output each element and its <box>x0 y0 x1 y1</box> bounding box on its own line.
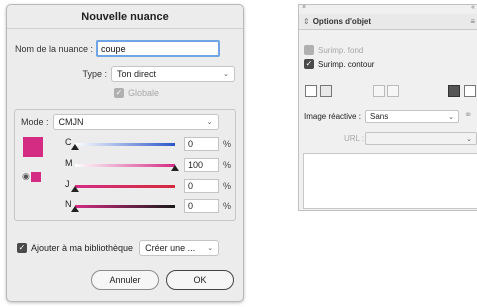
object-options-panel: × « ⇕ Options d'objet ≡ Surimp. fond ✓ S… <box>298 4 477 211</box>
magenta-percent-label: % <box>223 160 232 170</box>
chevron-down-icon: ⌄ <box>448 113 454 121</box>
cyan-slider-track <box>75 143 175 146</box>
surimp-contour-row: ✓ Surimp. contour <box>304 59 374 69</box>
link-icon[interactable]: ⚭ <box>464 110 472 121</box>
type-label: Type : <box>82 69 107 79</box>
url-label: URL : <box>344 134 365 143</box>
globale-label: Globale <box>128 88 160 98</box>
black-slider-thumb[interactable] <box>71 206 79 212</box>
new-swatch-dialog: Nouvelle nuance Nom de la nuance : Type … <box>6 4 244 302</box>
image-reactive-value: Sans <box>370 112 389 121</box>
color-mode-group: Mode : CMJN ⌄ ◉ C 0 % M 100 % J 0 % N 0 … <box>14 109 236 221</box>
surimp-fond-checkbox[interactable] <box>304 45 314 55</box>
image-reactive-label: Image réactive : <box>304 112 361 121</box>
swatch-name-label: Nom de la nuance : <box>15 43 94 54</box>
tab-arrows-icon: ⇕ <box>303 17 310 26</box>
black-slider-track <box>75 205 175 208</box>
tab-object-options[interactable]: ⇕ Options d'objet ≡ <box>299 14 477 30</box>
chevron-down-icon: ⌄ <box>466 135 472 143</box>
out-of-gamut-cube-icon[interactable]: ◉ <box>22 171 30 182</box>
collapse-icon[interactable]: « <box>471 4 475 11</box>
add-library-row: ✓ Ajouter à ma bibliothèque Créer une ..… <box>17 240 220 256</box>
surimp-fond-row: Surimp. fond <box>304 45 363 55</box>
image-reactive-select[interactable]: Sans ⌄ <box>365 110 459 123</box>
fill-square-icon[interactable] <box>448 85 460 97</box>
add-to-library-label: Ajouter à ma bibliothèque <box>31 243 134 253</box>
black-slider[interactable] <box>71 203 175 212</box>
type-select[interactable]: Ton direct ⌄ <box>111 66 235 82</box>
ok-button[interactable]: OK <box>166 270 234 290</box>
non-printing-icon[interactable] <box>305 85 317 97</box>
panel-content-area <box>303 153 477 209</box>
surimp-fond-label: Surimp. fond <box>318 45 364 55</box>
mode-row: Mode : CMJN ⌄ <box>21 114 219 130</box>
type-select-value: Ton direct <box>117 69 157 79</box>
yellow-percent-label: % <box>223 181 232 191</box>
globale-checkbox[interactable]: ✓ <box>114 88 124 98</box>
yellow-slider-thumb[interactable] <box>71 186 79 192</box>
align-left-icon[interactable] <box>373 85 385 97</box>
type-row: Type : Ton direct ⌄ <box>75 66 235 82</box>
chevron-down-icon: ⌄ <box>206 119 213 126</box>
magenta-slider-thumb[interactable] <box>171 165 179 171</box>
align-right-icon[interactable] <box>387 85 399 97</box>
cancel-button[interactable]: Annuler <box>91 270 159 290</box>
black-value-input[interactable]: 0 <box>184 199 219 213</box>
mode-select[interactable]: CMJN ⌄ <box>52 114 219 130</box>
chevron-down-icon: ⌄ <box>223 71 229 78</box>
library-select[interactable]: Créer une ... ⌄ <box>139 240 220 256</box>
stroke-square-icon[interactable] <box>464 85 476 97</box>
black-percent-label: % <box>223 201 232 211</box>
dialog-title: Nouvelle nuance <box>7 5 243 29</box>
url-select[interactable]: ⌄ <box>365 132 477 145</box>
chevron-down-icon: ⌄ <box>207 245 214 252</box>
yellow-value-input[interactable]: 0 <box>184 179 219 193</box>
yellow-slider[interactable] <box>71 183 175 192</box>
color-preview-swatch <box>23 137 43 157</box>
yellow-slider-track <box>75 185 175 188</box>
mode-label: Mode : <box>21 117 49 127</box>
library-select-value: Créer une ... <box>145 243 196 253</box>
gamut-correction-swatch[interactable] <box>31 172 41 182</box>
swatch-name-input[interactable] <box>96 40 221 57</box>
mode-select-value: CMJN <box>58 117 84 127</box>
globale-row: ✓ Globale <box>114 88 159 98</box>
tab-object-options-label: Options d'objet <box>312 17 372 26</box>
panel-menu-icon[interactable]: ≡ <box>470 17 475 26</box>
cyan-value-input[interactable]: 0 <box>184 137 219 151</box>
magenta-slider[interactable] <box>75 162 179 171</box>
surimp-contour-label: Surimp. contour <box>318 59 375 69</box>
magenta-value-input[interactable]: 100 <box>184 158 219 172</box>
cyan-slider[interactable] <box>71 141 175 150</box>
hide-text-icon[interactable] <box>320 85 332 97</box>
cyan-slider-thumb[interactable] <box>71 144 79 150</box>
add-to-library-checkbox[interactable]: ✓ <box>17 243 27 253</box>
surimp-contour-checkbox[interactable]: ✓ <box>304 59 314 69</box>
magenta-slider-track <box>75 164 175 167</box>
cyan-percent-label: % <box>223 139 232 149</box>
magenta-label: M <box>65 158 73 168</box>
panel-title-bar: × « <box>299 4 477 14</box>
close-icon[interactable]: × <box>302 4 306 11</box>
name-row: Nom de la nuance : <box>15 40 221 57</box>
